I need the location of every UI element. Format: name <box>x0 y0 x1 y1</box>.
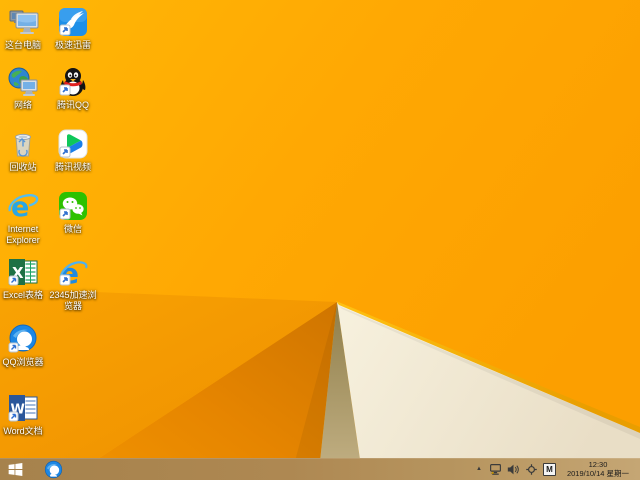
this-pc-icon <box>9 10 39 34</box>
desktop-icon-label: 腾讯QQ <box>56 100 89 110</box>
clock-date: 2019/10/14 星期一 <box>566 469 630 478</box>
volume-icon[interactable] <box>507 458 520 480</box>
xunlei-icon <box>59 8 87 36</box>
shortcut-arrow-icon <box>59 274 71 286</box>
desktop-icon-tencent-qq[interactable]: 腾讯QQ <box>47 65 99 111</box>
shortcut-arrow-icon <box>59 146 71 158</box>
qq-browser-icon <box>44 460 62 478</box>
recycle-bin-icon <box>15 133 31 157</box>
taskbar: ▲ M 12:30 2019/10/14 星期一 <box>0 458 640 480</box>
shortcut-arrow-icon <box>8 411 19 422</box>
internet-explorer-icon: e <box>8 192 39 222</box>
desktop-icon-wechat[interactable]: 微信 <box>47 189 99 235</box>
desktop-icon-label: 微信 <box>63 224 82 234</box>
system-tray: ▲ M 12:30 2019/10/14 星期一 <box>474 458 640 480</box>
desktop-icon-word[interactable]: W Word文档 <box>0 391 48 437</box>
qq-penguin-icon <box>59 68 86 96</box>
network-status-icon[interactable] <box>489 458 502 480</box>
taskbar-qq-browser-button[interactable] <box>38 458 68 480</box>
excel-icon: X <box>8 259 38 286</box>
desktop-icon-label: Word文档 <box>3 426 43 436</box>
desktop-icon-qq-browser[interactable]: QQ浏览器 <box>0 322 48 368</box>
target-tray-icon[interactable] <box>525 458 538 480</box>
desktop-icon-label: 回收站 <box>9 162 37 172</box>
shortcut-arrow-icon <box>59 208 71 220</box>
desktop-icon-label: Excel表格 <box>2 290 43 300</box>
desktop-icon-recycle-bin[interactable]: 回收站 <box>0 127 48 173</box>
tencent-video-icon <box>58 129 88 159</box>
desktop-icon-tencent-video[interactable]: 腾讯视频 <box>47 127 99 173</box>
ime-indicator[interactable]: M <box>543 462 556 476</box>
shortcut-arrow-icon <box>8 275 19 286</box>
wechat-icon <box>59 192 87 220</box>
shortcut-arrow-icon <box>59 24 71 36</box>
desktop-icon-label: QQ浏览器 <box>2 357 44 367</box>
clock-time: 12:30 <box>588 460 608 469</box>
shortcut-arrow-icon <box>8 342 19 353</box>
windows-logo-icon <box>8 462 22 476</box>
show-hidden-icons-button[interactable]: ▲ <box>474 458 484 480</box>
word-icon: W <box>8 395 38 422</box>
taskbar-clock[interactable]: 12:30 2019/10/14 星期一 <box>561 460 635 478</box>
2345-browser-icon: e <box>59 257 88 288</box>
desktop-icon-label: 腾讯视频 <box>54 162 91 172</box>
desktop-icon-label: 这台电脑 <box>4 40 41 50</box>
desktop-icon-this-pc[interactable]: 这台电脑 <box>0 5 48 51</box>
desktop-icon-label: 2345加速浏览器 <box>49 290 97 311</box>
desktop-icon-label: 极速迅雷 <box>54 40 91 50</box>
desktop-icon-label: Internet Explorer <box>6 224 40 245</box>
start-button[interactable] <box>0 458 30 480</box>
shortcut-arrow-icon <box>59 84 71 96</box>
desktop-icon-xunlei[interactable]: 极速迅雷 <box>47 5 99 51</box>
desktop-icon-excel[interactable]: X Excel表格 <box>0 255 48 301</box>
desktop-icon-network[interactable]: 网络 <box>0 65 48 111</box>
desktop-icon-internet-explorer[interactable]: e Internet Explorer <box>0 189 48 246</box>
desktop-icon-2345-browser[interactable]: e 2345加速浏览器 <box>47 255 99 312</box>
qq-browser-icon <box>8 324 37 353</box>
network-icon <box>8 67 38 96</box>
desktop-icon-label: 网络 <box>13 100 32 110</box>
